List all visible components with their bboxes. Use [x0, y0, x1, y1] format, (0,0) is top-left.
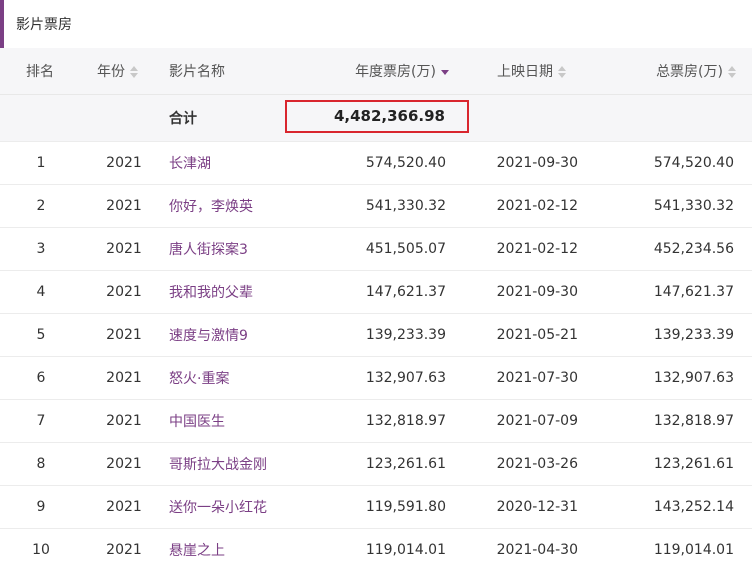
table-header-row: 排名 年份 影片名称 年度票房(万) 上映日期 总票房(万) — [0, 48, 752, 95]
sort-icon[interactable] — [130, 65, 138, 78]
movie-title-link[interactable]: 悬崖之上 — [166, 528, 273, 569]
table-row: 1 2021 长津湖 574,520.40 2021-09-30 574,520.40 — [0, 141, 752, 185]
rank-cell: 9 — [0, 485, 82, 529]
table-row: 2 2021 你好，李焕英 541,330.32 2021-02-12 541,330.3… — [0, 184, 752, 228]
release-date-cell: 2021-07-30 — [455, 356, 593, 400]
table-row: 10 2021 悬崖之上 119,014.01 2021-04-30 119,014.01 — [0, 528, 752, 569]
table-row: 8 2021 哥斯拉大战金刚 123,261.61 2021-03-26 123,261.… — [0, 442, 752, 486]
year-cell: 2021 — [82, 485, 166, 529]
release-date-cell: 2021-09-30 — [455, 270, 593, 314]
release-date-cell: 2021-09-30 — [455, 141, 593, 185]
box-office-page: 影片票房 排名 年份 影片名称 年度票房(万) 上映日期 总票房(万) 合计 4… — [0, 0, 752, 569]
release-date-cell: 2021-02-12 — [455, 184, 593, 228]
annual-box-office-cell: 119,014.01 — [273, 528, 455, 569]
annual-box-office-cell: 139,233.39 — [273, 313, 455, 357]
year-cell: 2021 — [82, 227, 166, 271]
total-box-office-cell: 132,818.97 — [593, 399, 752, 443]
movie-title-link[interactable]: 唐人街探案3 — [166, 227, 273, 271]
movie-title-link[interactable]: 中国医生 — [166, 399, 273, 443]
release-date-cell: 2021-04-30 — [455, 528, 593, 569]
table-row: 5 2021 速度与激情9 139,233.39 2021-05-21 139,233.3… — [0, 313, 752, 357]
rank-cell: 1 — [0, 141, 82, 185]
release-date-cell: 2020-12-31 — [455, 485, 593, 529]
movie-title-link[interactable]: 怒火·重案 — [166, 356, 273, 400]
total-row: 合计 4,482,366.98 — [0, 94, 752, 142]
rank-cell: 10 — [0, 528, 82, 569]
total-label: 合计 — [166, 94, 273, 142]
table-row: 7 2021 中国医生 132,818.97 2021-07-09 132,818.97 — [0, 399, 752, 443]
table-row: 9 2021 送你一朵小红花 119,591.80 2020-12-31 143,252.… — [0, 485, 752, 529]
rank-cell: 4 — [0, 270, 82, 314]
year-cell: 2021 — [82, 184, 166, 228]
total-box-office-cell: 143,252.14 — [593, 485, 752, 529]
total-box-office-cell: 574,520.40 — [593, 141, 752, 185]
movie-title-link[interactable]: 我和我的父辈 — [166, 270, 273, 314]
rank-cell: 7 — [0, 399, 82, 443]
annual-box-office-cell: 123,261.61 — [273, 442, 455, 486]
annual-box-office-cell: 574,520.40 — [273, 141, 455, 185]
movie-title-link[interactable]: 送你一朵小红花 — [166, 485, 273, 529]
total-box-office-cell: 123,261.61 — [593, 442, 752, 486]
rank-cell: 6 — [0, 356, 82, 400]
year-cell: 2021 — [82, 313, 166, 357]
total-value: 4,482,366.98 — [333, 107, 445, 125]
total-box-office-cell: 139,233.39 — [593, 313, 752, 357]
sort-icon[interactable] — [558, 65, 566, 78]
rank-cell: 5 — [0, 313, 82, 357]
sort-desc-icon[interactable] — [441, 66, 449, 78]
rank-cell: 2 — [0, 184, 82, 228]
total-value-highlight: 4,482,366.98 — [285, 99, 469, 133]
total-box-office-cell: 541,330.32 — [593, 184, 752, 228]
total-box-office-cell: 132,907.63 — [593, 356, 752, 400]
annual-box-office-cell: 119,591.80 — [273, 485, 455, 529]
year-cell: 2021 — [82, 528, 166, 569]
year-cell: 2021 — [82, 442, 166, 486]
table-row: 3 2021 唐人街探案3 451,505.07 2021-02-12 452,234.5… — [0, 227, 752, 271]
header-release-date[interactable]: 上映日期 — [455, 48, 593, 95]
movie-title-link[interactable]: 哥斯拉大战金刚 — [166, 442, 273, 486]
year-cell: 2021 — [82, 399, 166, 443]
rank-cell: 3 — [0, 227, 82, 271]
header-rank: 排名 — [0, 48, 82, 95]
header-year[interactable]: 年份 — [82, 48, 166, 95]
annual-box-office-cell: 132,818.97 — [273, 399, 455, 443]
total-box-office-cell: 147,621.37 — [593, 270, 752, 314]
box-office-table: 排名 年份 影片名称 年度票房(万) 上映日期 总票房(万) 合计 4,482,… — [0, 48, 752, 569]
table-row: 6 2021 怒火·重案 132,907.63 2021-07-30 132,907.63 — [0, 356, 752, 400]
year-cell: 2021 — [82, 356, 166, 400]
year-cell: 2021 — [82, 270, 166, 314]
release-date-cell: 2021-03-26 — [455, 442, 593, 486]
total-box-office-cell: 119,014.01 — [593, 528, 752, 569]
release-date-cell: 2021-07-09 — [455, 399, 593, 443]
annual-box-office-cell: 451,505.07 — [273, 227, 455, 271]
total-box-office-cell: 452,234.56 — [593, 227, 752, 271]
header-title: 影片名称 — [166, 48, 273, 95]
annual-box-office-cell: 541,330.32 — [273, 184, 455, 228]
movie-title-link[interactable]: 你好，李焕英 — [166, 184, 273, 228]
movie-title-link[interactable]: 长津湖 — [166, 141, 273, 185]
release-date-cell: 2021-02-12 — [455, 227, 593, 271]
rank-cell: 8 — [0, 442, 82, 486]
movie-title-link[interactable]: 速度与激情9 — [166, 313, 273, 357]
annual-box-office-cell: 147,621.37 — [273, 270, 455, 314]
header-annual-box-office[interactable]: 年度票房(万) — [273, 48, 455, 95]
sort-icon[interactable] — [728, 65, 736, 78]
header-total-box-office[interactable]: 总票房(万) — [593, 48, 752, 95]
section-title: 影片票房 — [0, 0, 72, 48]
table-row: 4 2021 我和我的父辈 147,621.37 2021-09-30 147,621.3… — [0, 270, 752, 314]
year-cell: 2021 — [82, 141, 166, 185]
release-date-cell: 2021-05-21 — [455, 313, 593, 357]
annual-box-office-cell: 132,907.63 — [273, 356, 455, 400]
